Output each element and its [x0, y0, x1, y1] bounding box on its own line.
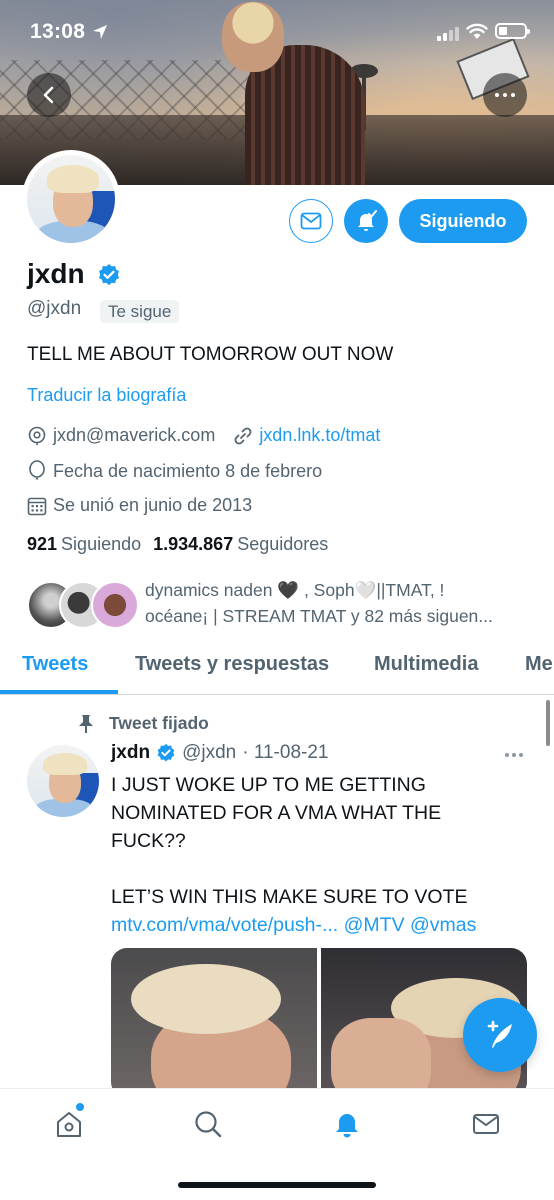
notifications-button[interactable] — [344, 199, 388, 243]
tweet-mention-mtv[interactable]: @MTV — [344, 914, 405, 936]
home-icon — [57, 1112, 81, 1137]
calendar-icon — [27, 497, 47, 515]
pinned-tweet-label: Tweet fijado — [77, 713, 209, 734]
nav-notifications[interactable] — [330, 1107, 364, 1141]
followers-count: 1.934.867 — [153, 534, 234, 554]
display-name: jxdn — [27, 258, 85, 289]
followers-you-know-avatars — [27, 581, 139, 629]
more-options-button[interactable] — [483, 73, 527, 117]
tab-tweets[interactable]: Tweets — [22, 653, 88, 676]
tweet-links-line: mtv.com/vma/vote/push-... @MTV @vmas — [111, 911, 531, 939]
nav-search[interactable] — [191, 1107, 225, 1141]
link-icon — [234, 427, 252, 444]
avatar — [91, 581, 139, 629]
dot — [505, 753, 509, 757]
verified-badge-icon — [99, 264, 119, 286]
active-tab-indicator — [0, 690, 118, 694]
dot — [512, 753, 516, 757]
tweet-line: NOMINATED FOR A VMA WHAT THE — [111, 802, 442, 824]
status-time: 13:08 — [30, 20, 86, 43]
profile-website-link[interactable]: jxdn.lnk.to/tmat — [259, 425, 380, 446]
bell-icon — [336, 1114, 358, 1138]
tweet-text: I JUST WOKE UP TO ME GETTING NOMINATED F… — [111, 771, 531, 939]
avatar-hair — [43, 753, 87, 775]
balloon-icon — [29, 460, 45, 480]
tweet-author-handle[interactable]: @jxdn — [182, 742, 236, 764]
tweet-photo[interactable] — [111, 948, 317, 1098]
chevron-left-icon — [43, 86, 54, 104]
tweet-url-link[interactable]: mtv.com/vma/vote/push-... — [111, 914, 338, 936]
mail-icon — [300, 212, 322, 230]
followers-you-know-text: dynamics naden 🖤 , Soph🤍||TMAT, ! océane… — [145, 577, 535, 629]
tweet-more-button[interactable] — [505, 753, 523, 757]
profile-joined-row: Se unió en junio de 2013 — [27, 495, 252, 516]
signal-icon — [437, 25, 459, 41]
banner-person-head — [222, 2, 284, 72]
battery-icon — [495, 23, 530, 39]
dot — [495, 93, 499, 97]
photo-hair — [131, 964, 281, 1034]
bell-check-icon — [358, 210, 377, 231]
new-content-indicator — [76, 1103, 84, 1111]
tweet-date[interactable]: · 11-08-21 — [242, 742, 328, 764]
tweet-author-avatar[interactable] — [27, 745, 99, 817]
avatar-image — [27, 155, 115, 243]
profile-joined: Se unió en junio de 2013 — [53, 495, 253, 515]
followers-you-know[interactable]: dynamics naden 🖤 , Soph🤍||TMAT, ! océane… — [27, 577, 532, 633]
profile-tabs: Tweets Tweets y respuestas Multimedia Me — [0, 645, 554, 695]
pin-icon — [79, 714, 93, 733]
followers-count-link[interactable]: 1.934.867 Seguidores — [153, 534, 328, 555]
dot — [503, 93, 507, 97]
location-arrow-icon — [93, 25, 107, 39]
at-sign-icon — [28, 426, 46, 445]
search-icon — [195, 1111, 222, 1138]
following-label: Siguiendo — [61, 534, 142, 554]
followers-you-know-line2: océane¡ | STREAM TMAT y 82 más siguen... — [145, 606, 493, 626]
message-button[interactable] — [289, 199, 333, 243]
tweet-line: I JUST WOKE UP TO ME GETTING — [111, 774, 426, 796]
follows-you-badge: Te sigue — [100, 300, 180, 323]
avatar-hair — [47, 165, 99, 193]
tab-media[interactable]: Multimedia — [374, 653, 478, 676]
followers-label: Seguidores — [237, 534, 329, 554]
profile-email: jxdn@maverick.com — [53, 425, 216, 445]
tweet-author-name[interactable]: jxdn — [111, 742, 150, 764]
follow-counts: 921 Siguiendo 1.934.867 Seguidores — [27, 534, 328, 555]
translate-bio-link[interactable]: Traducir la biografía — [27, 385, 186, 406]
dot — [519, 753, 523, 757]
tweet-line: LET’S WIN THIS MAKE SURE TO VOTE — [111, 886, 468, 908]
profile-birthday: Fecha de nacimiento 8 de febrero — [53, 460, 323, 481]
following-count: 921 — [27, 534, 58, 554]
tab-likes[interactable]: Me — [525, 653, 553, 676]
back-button[interactable] — [27, 73, 71, 117]
followers-you-know-line1: dynamics naden 🖤 , Soph🤍||TMAT, ! — [145, 580, 445, 600]
verified-badge-icon — [157, 743, 175, 762]
home-indicator — [178, 1182, 376, 1188]
nav-home[interactable] — [52, 1107, 86, 1141]
mail-icon — [473, 1114, 499, 1134]
profile-contact-row: jxdn@maverick.com jxdn.lnk.to/tmat — [27, 425, 380, 446]
following-button[interactable]: Siguiendo — [399, 199, 527, 243]
compose-tweet-button[interactable] — [463, 998, 537, 1072]
scrollbar[interactable] — [546, 700, 550, 746]
tab-tweets-replies[interactable]: Tweets y respuestas — [135, 653, 329, 676]
nav-messages[interactable] — [469, 1107, 503, 1141]
tweet-header: jxdn @jxdn · 11-08-21 — [111, 742, 328, 764]
compose-tweet-icon — [487, 1020, 512, 1048]
photo-hand — [331, 1018, 431, 1098]
profile-birthday-row: Fecha de nacimiento 8 de febrero — [27, 460, 322, 482]
following-count-link[interactable]: 921 Siguiendo — [27, 534, 141, 555]
tweet-mention-vmas[interactable]: @vmas — [410, 914, 476, 936]
profile-bio: TELL ME ABOUT TOMORROW OUT NOW — [27, 344, 394, 365]
tweet-line: FUCK?? — [111, 830, 186, 852]
profile-handle: @jxdn — [27, 298, 82, 319]
profile-avatar[interactable] — [22, 150, 120, 248]
pinned-label-text: Tweet fijado — [109, 713, 209, 733]
dot — [511, 93, 515, 97]
wifi-icon — [466, 23, 488, 39]
